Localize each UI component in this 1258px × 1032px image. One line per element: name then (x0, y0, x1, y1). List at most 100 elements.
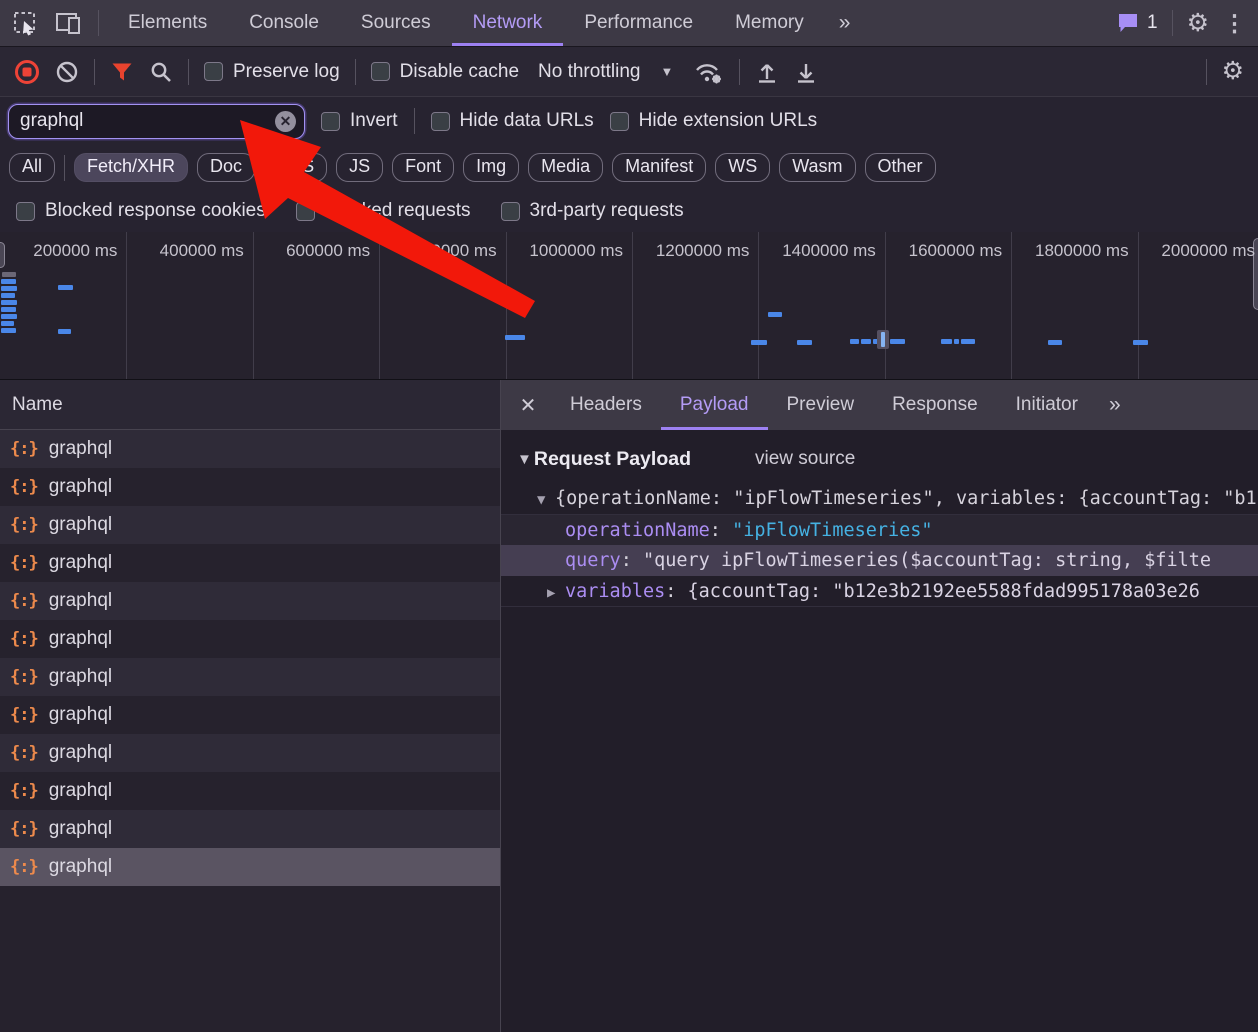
invert-checkbox[interactable] (321, 112, 340, 131)
blocked-filters-row: Blocked response cookiesBlocked requests… (0, 190, 1258, 232)
filter-row: graphql ✕ Invert Hide data URLs Hide ext… (0, 97, 1258, 145)
request-payload-title: Request Payload (534, 448, 691, 471)
filter-pill-other[interactable]: Other (865, 153, 936, 182)
inspect-element-icon[interactable] (12, 10, 38, 36)
waterfall-bar (768, 312, 782, 317)
collapse-caret-icon[interactable]: ▼ (537, 485, 555, 514)
request-row[interactable]: {:}graphql (0, 506, 500, 544)
settings-gear-icon[interactable]: ⚙ (1187, 11, 1209, 36)
request-name: graphql (49, 438, 112, 460)
issues-counter[interactable]: 1 (1116, 12, 1158, 34)
fetch-xhr-icon: {:} (10, 515, 38, 535)
request-name: graphql (49, 628, 112, 650)
payload-key: query (565, 550, 621, 571)
request-row[interactable]: {:}graphql (0, 848, 500, 886)
detail-tab-payload[interactable]: Payload (661, 380, 768, 430)
expand-caret-icon[interactable]: ▶ (547, 578, 565, 607)
fetch-xhr-icon: {:} (10, 667, 38, 687)
tab-network[interactable]: Network (452, 0, 564, 46)
filter-pill-fetch-xhr[interactable]: Fetch/XHR (74, 153, 188, 182)
collapse-caret-icon[interactable]: ▼ (517, 451, 532, 468)
tab-console[interactable]: Console (228, 0, 340, 46)
request-name: graphql (49, 818, 112, 840)
filter-pill-js[interactable]: JS (336, 153, 383, 182)
network-toolbar: Preserve log Disable cache No throttling… (0, 47, 1258, 97)
more-panels-icon[interactable]: » (825, 0, 863, 46)
hide-extension-urls-checkbox[interactable] (610, 112, 629, 131)
export-har-icon[interactable] (794, 60, 818, 84)
disable-cache-checkbox[interactable] (371, 62, 390, 81)
tab-elements[interactable]: Elements (107, 0, 228, 46)
detail-tab-response[interactable]: Response (873, 380, 997, 430)
payload-property-row[interactable]: operationName: "ipFlowTimeseries" (501, 514, 1258, 545)
tab-performance[interactable]: Performance (563, 0, 714, 46)
network-settings-gear-icon[interactable]: ⚙ (1222, 59, 1244, 84)
request-row[interactable]: {:} graphql (0, 658, 500, 696)
overview-left-handle[interactable] (0, 242, 5, 268)
request-row[interactable]: {:}graphql (0, 582, 500, 620)
network-conditions-icon[interactable] (692, 59, 724, 85)
blocked-requests-checkbox[interactable] (296, 202, 315, 221)
filter-input[interactable]: graphql ✕ (8, 104, 305, 139)
fetch-xhr-icon: {:} (10, 743, 38, 763)
payload-root-row[interactable]: ▼{operationName: "ipFlowTimeseries", var… (501, 483, 1258, 514)
filter-pill-wasm[interactable]: Wasm (779, 153, 855, 182)
tab-sources[interactable]: Sources (340, 0, 452, 46)
name-column-header[interactable]: Name (0, 380, 500, 430)
close-detail-icon[interactable]: ✕ (505, 380, 551, 430)
filter-pill-media[interactable]: Media (528, 153, 603, 182)
filter-pill-font[interactable]: Font (392, 153, 454, 182)
filter-funnel-icon[interactable] (110, 61, 134, 83)
request-row[interactable]: {:}graphql (0, 810, 500, 848)
preserve-log-checkbox[interactable] (204, 62, 223, 81)
request-row[interactable]: {:}graphql (0, 772, 500, 810)
timeline-gridline (632, 232, 633, 379)
request-row[interactable]: {:}graphql (0, 544, 500, 582)
payload-property-row[interactable]: query: "query ipFlowTimeseries($accountT… (501, 545, 1258, 576)
request-name: graphql (49, 666, 112, 688)
devtools-tabbar: ElementsConsoleSourcesNetworkPerformance… (0, 0, 1258, 47)
clear-filter-icon[interactable]: ✕ (275, 111, 296, 132)
filter-pill-css[interactable]: CSS (264, 153, 327, 182)
filter-pill-doc[interactable]: Doc (197, 153, 255, 182)
hide-data-urls-checkbox[interactable] (431, 112, 450, 131)
waterfall-bar (861, 339, 871, 344)
checkbox-label: 3rd-party requests (530, 200, 684, 222)
tab-memory[interactable]: Memory (714, 0, 825, 46)
request-row[interactable]: {:}graphql (0, 696, 500, 734)
search-icon[interactable] (149, 60, 173, 84)
kebab-menu-icon[interactable]: ⋮ (1223, 12, 1246, 35)
detail-tab-initiator[interactable]: Initiator (997, 380, 1097, 430)
device-toolbar-icon[interactable] (54, 10, 82, 36)
request-row[interactable]: {:}graphql (0, 430, 500, 468)
waterfall-bar (1, 314, 17, 319)
clear-network-log-icon[interactable] (55, 60, 79, 84)
view-source-link[interactable]: view source (755, 448, 855, 470)
detail-tab-preview[interactable]: Preview (768, 380, 874, 430)
detail-tab-headers[interactable]: Headers (551, 380, 661, 430)
request-row[interactable]: {:}graphql (0, 734, 500, 772)
waterfall-bar (2, 272, 16, 277)
network-overview-timeline[interactable]: 200000 ms400000 ms600000 ms800000 ms1000… (0, 232, 1258, 380)
timeline-gridline (253, 232, 254, 379)
filter-pill-img[interactable]: Img (463, 153, 519, 182)
hide-extension-urls-label: Hide extension URLs (639, 110, 817, 132)
filter-pill-ws[interactable]: WS (715, 153, 770, 182)
divider (1206, 59, 1207, 85)
record-network-log-icon[interactable] (14, 59, 40, 85)
timeline-tick-label: 1400000 ms (782, 241, 885, 261)
filter-pill-all[interactable]: All (9, 153, 55, 182)
request-row[interactable]: {:}graphql (0, 620, 500, 658)
detail-tabs: ✕ HeadersPayloadPreviewResponseInitiator… (501, 380, 1258, 430)
throttling-select[interactable]: No throttling ▼ (534, 61, 677, 83)
3rd-party-requests-checkbox[interactable] (501, 202, 520, 221)
selected-request-marker (877, 330, 889, 349)
filter-pill-manifest[interactable]: Manifest (612, 153, 706, 182)
waterfall-bar (954, 339, 959, 344)
import-har-icon[interactable] (755, 60, 779, 84)
more-detail-tabs-icon[interactable]: » (1097, 380, 1131, 430)
divider (739, 59, 740, 85)
payload-property-row[interactable]: ▶variables: {accountTag: "b12e3b2192ee55… (501, 576, 1258, 607)
request-row[interactable]: {:}graphql (0, 468, 500, 506)
blocked-response-cookies-checkbox[interactable] (16, 202, 35, 221)
